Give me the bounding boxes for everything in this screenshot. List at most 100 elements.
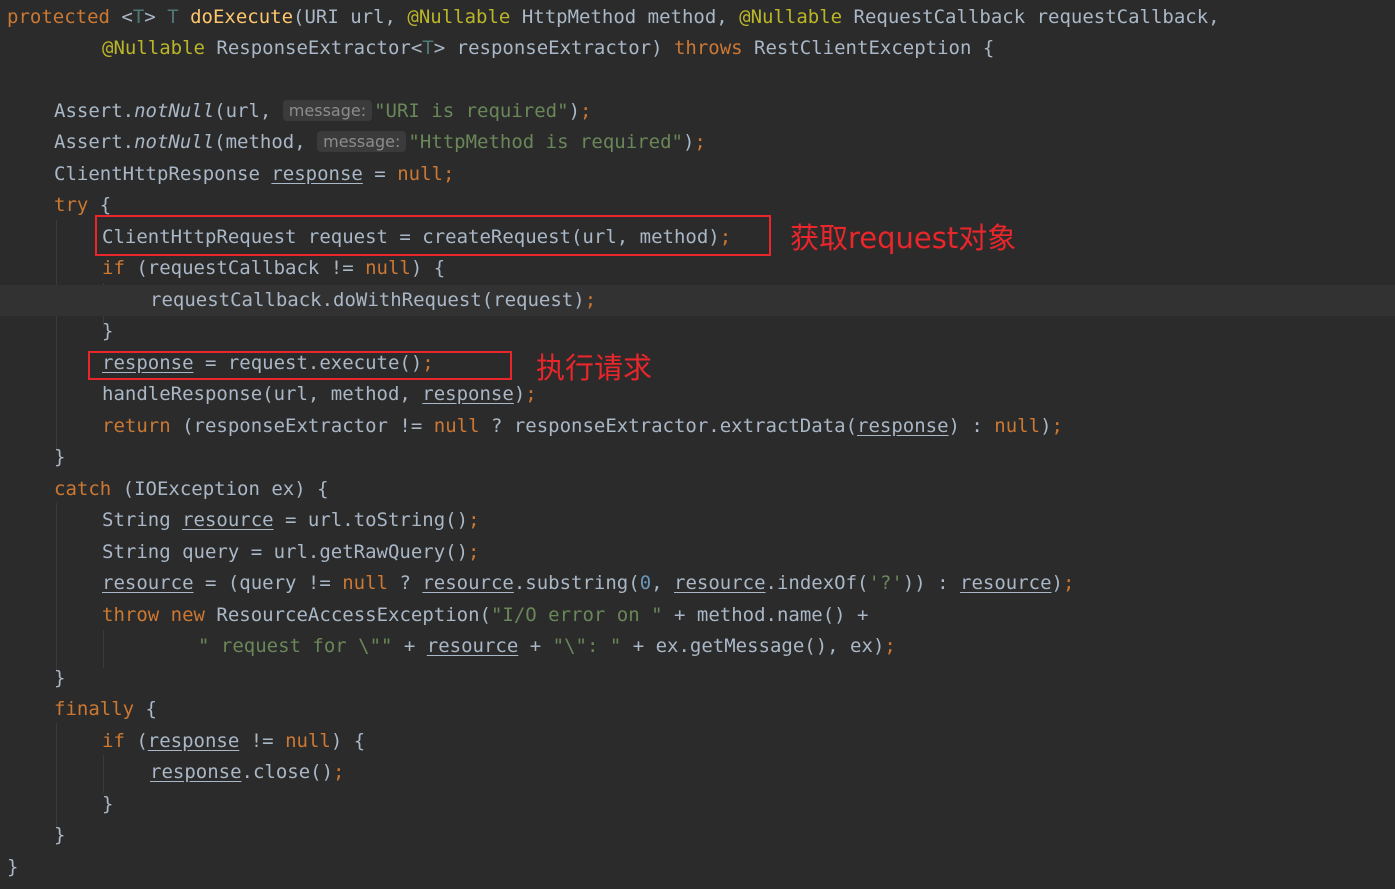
code-line-9: if (requestCallback != null) { [102, 253, 445, 284]
code-text: (method, [214, 131, 318, 153]
semicolon: ; [694, 131, 706, 153]
code-line-20: throw new ResourceAccessException("I/O e… [102, 600, 868, 631]
code-text: > [144, 6, 168, 28]
code-text: { [134, 698, 157, 720]
code-text: handleResponse(url, method, [102, 383, 423, 405]
code-text: ) : [948, 415, 995, 437]
keyword-throw: throw [102, 604, 160, 626]
variable-resource: resource [182, 509, 274, 531]
annotation-nullable: @Nullable [407, 6, 511, 28]
semicolon: ; [468, 509, 480, 531]
code-line-4: Assert.notNull(url, message: "URI is requ… [54, 96, 591, 127]
annotation-get-request: 获取request对象 [790, 221, 1017, 255]
code-line-2: @Nullable ResponseExtractor<T> responseE… [102, 33, 994, 64]
parameter-hint: message: [317, 131, 407, 152]
code-text: requestCallback.doWithRequest(request) [150, 289, 585, 311]
code-text: .substring( [513, 572, 640, 594]
annotation-nullable: @Nullable [739, 6, 843, 28]
string-literal: " request for \"" [198, 635, 393, 657]
code-line-6: ClientHttpResponse response = null; [54, 159, 454, 190]
keyword-null: null [433, 415, 480, 437]
code-text: HttpMethod method, [510, 6, 740, 28]
semicolon: ; [442, 163, 455, 185]
variable-resource: resource [426, 635, 519, 657]
code-text: ) [513, 383, 526, 405]
indent-guide [56, 503, 57, 671]
keyword-finally: finally [54, 698, 135, 720]
code-text: ? [388, 572, 423, 594]
semicolon: ; [1051, 415, 1063, 437]
code-text: ) [568, 100, 581, 122]
code-text: + method.name() + [662, 604, 869, 626]
code-text: != [239, 730, 286, 752]
keyword-null: null [285, 730, 331, 752]
code-text: + [392, 635, 427, 657]
semicolon: ; [1063, 572, 1075, 594]
code-line-13: handleResponse(url, method, response); [102, 379, 537, 410]
annotation-nullable: @Nullable [102, 37, 205, 59]
code-text: = (query != [193, 572, 343, 594]
string-literal: "\": " [552, 635, 622, 657]
code-line-18: String query = url.getRawQuery(); [102, 537, 480, 568]
variable-response: response [271, 163, 363, 185]
code-line-14: return (responseExtractor != null ? resp… [102, 411, 1063, 442]
keyword-null: null [994, 415, 1041, 437]
code-text: Assert. [54, 100, 135, 122]
code-text: { [88, 194, 112, 216]
code-line-5: Assert.notNull(method, message: "HttpMeth… [54, 127, 706, 158]
highlight-box-execute [88, 351, 512, 380]
method-name: doExecute [190, 6, 294, 28]
code-text: ? responseExtractor.extractData( [479, 415, 858, 437]
number-literal: 0 [639, 572, 652, 594]
code-editor[interactable]: protected <T> T doExecute(URI url, @Null… [0, 0, 1395, 889]
variable-response: response [150, 761, 242, 783]
type-param: T [167, 6, 191, 28]
indent-guide [56, 723, 57, 828]
keyword-if: if [102, 730, 125, 752]
code-text: (requestCallback != [124, 257, 366, 279]
char-literal: '?' [868, 572, 903, 594]
type-param: T [422, 37, 434, 59]
code-text: + ex.getMessage(), ex) [621, 635, 885, 657]
keyword-protected: protected [7, 6, 110, 28]
keyword-return: return [102, 415, 171, 437]
code-text: )) : [902, 572, 961, 594]
code-text: String [102, 509, 183, 531]
code-text: ClientHttpResponse [54, 163, 272, 185]
variable-response: response [422, 383, 514, 405]
code-line-15: } [54, 442, 65, 473]
code-text: > responseExtractor) [433, 37, 674, 59]
code-line-22: } [54, 663, 65, 694]
code-text: (URI url, [293, 6, 408, 28]
code-text: ) [682, 131, 695, 153]
variable-resource: resource [960, 572, 1052, 594]
code-text: ) { [330, 730, 366, 752]
semicolon: ; [333, 761, 345, 783]
variable-resource: resource [674, 572, 766, 594]
string-literal: "I/O error on " [490, 604, 663, 626]
code-line-24: if (response != null) { [102, 726, 365, 757]
code-text: } [7, 856, 19, 878]
code-text: < [109, 6, 133, 28]
code-text: RestClientException { [742, 37, 995, 59]
code-line-23: finally { [54, 694, 157, 725]
variable-response: response [857, 415, 949, 437]
code-text: } [54, 667, 66, 689]
semicolon: ; [468, 541, 480, 563]
indent-guide [103, 630, 104, 668]
code-text: String query = url.getRawQuery() [102, 541, 469, 563]
semicolon: ; [525, 383, 537, 405]
code-line-27: } [54, 820, 65, 851]
code-text: (IOException ex) { [111, 478, 329, 500]
highlight-box-create-request [95, 215, 771, 256]
semicolon: ; [584, 289, 597, 311]
string-literal: "HttpMethod is required" [408, 131, 683, 153]
code-text: (responseExtractor != [170, 415, 434, 437]
keyword-try: try [54, 194, 89, 216]
string-literal: "URI is required" [374, 100, 569, 122]
code-line-17: String resource = url.toString(); [102, 505, 480, 536]
code-text: } [102, 793, 114, 815]
code-line-11: } [102, 316, 113, 347]
semicolon: ; [580, 100, 592, 122]
